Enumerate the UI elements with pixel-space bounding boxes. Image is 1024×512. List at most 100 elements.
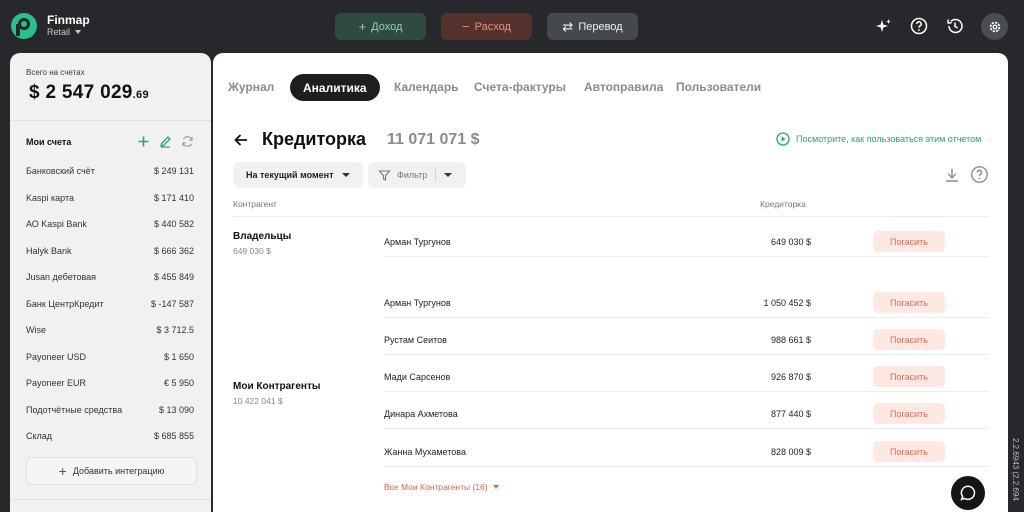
row-divider xyxy=(384,317,989,318)
top-bar: Finmap Retail + Доход − Расход ⇄ Перевод xyxy=(0,0,1024,54)
account-name: Payoneer EUR xyxy=(26,378,87,388)
account-amount: $ 171 410 xyxy=(153,192,194,203)
total-balance-label: Всего на счетах xyxy=(26,68,85,77)
repay-button[interactable]: Погасить xyxy=(873,403,945,424)
tab-users[interactable]: Пользователи xyxy=(676,80,761,94)
group-name: Владельцы xyxy=(233,231,292,242)
how-to-use-label: Посмотрите, как пользоваться этим отчето… xyxy=(796,134,982,144)
how-to-use-link[interactable]: Посмотрите, как пользоваться этим отчето… xyxy=(776,132,981,146)
row-divider xyxy=(384,466,989,467)
counterparty-name: Арман Тургунов xyxy=(384,298,451,308)
chat-bubble-icon xyxy=(960,485,976,501)
account-amount: $ 685 855 xyxy=(153,431,194,441)
add-integration-label: Добавить интеграцию xyxy=(72,466,165,476)
row-divider xyxy=(384,354,989,355)
account-item[interactable]: Банковский счёт $ 249 131 xyxy=(26,166,194,180)
account-name: Wise xyxy=(26,325,46,335)
account-item[interactable]: Wise $ 3 712.5 xyxy=(26,325,194,339)
account-amount: $ -147 587 xyxy=(150,298,194,309)
help-icon[interactable] xyxy=(909,16,929,36)
accounts-sidebar: Всего на счетах $ 2 547 029.69 Мои счета… xyxy=(10,53,211,512)
tab-autorules[interactable]: Автоправила xyxy=(584,80,663,94)
chevron-down-icon[interactable] xyxy=(444,173,453,177)
account-name: Jusan дебетовая xyxy=(26,272,97,282)
account-name: Подотчётные средства xyxy=(26,404,123,415)
edit-icon[interactable] xyxy=(159,135,172,148)
tab-calendar[interactable]: Календарь xyxy=(394,80,459,94)
repay-button[interactable]: Погасить xyxy=(873,231,945,252)
counterparty-name: Рустам Сеитов xyxy=(384,335,447,345)
payable-amount: 926 870 $ xyxy=(770,372,811,382)
repay-button[interactable]: Погасить xyxy=(873,292,945,313)
account-amount: $ 1 650 xyxy=(163,351,194,362)
row-divider xyxy=(384,391,989,392)
chevron-down-icon xyxy=(341,173,350,177)
total-balance-cents: .69 xyxy=(132,89,149,101)
chevron-down-icon xyxy=(492,485,499,489)
account-amount: $ 13 090 xyxy=(158,404,194,415)
counterparty-name: Мади Сарсенов xyxy=(384,372,451,382)
brand-name: Finmap xyxy=(47,13,90,27)
account-name: Kaspi карта xyxy=(26,192,74,203)
add-transfer-button[interactable]: ⇄ Перевод xyxy=(547,13,638,40)
account-name: Склад xyxy=(26,431,53,441)
divider xyxy=(435,168,437,182)
tab-journal[interactable]: Журнал xyxy=(228,80,274,94)
account-item[interactable]: Банк ЦентрКредит $ -147 587 xyxy=(26,299,194,313)
accounts-title: Мои счета xyxy=(26,137,72,147)
period-dropdown[interactable]: На текущий момент xyxy=(233,162,363,188)
workspace-name: Retail xyxy=(47,27,71,37)
account-name: Payoneer USD xyxy=(26,351,87,362)
transfer-arrows-icon: ⇄ xyxy=(562,19,574,34)
report-title: Кредиторка xyxy=(262,129,367,149)
settings-button[interactable] xyxy=(981,13,1008,40)
add-expense-button[interactable]: − Расход xyxy=(441,13,532,40)
account-amount: $ 3 712.5 xyxy=(156,325,194,335)
add-integration-button[interactable]: + Добавить интеграцию xyxy=(26,457,197,485)
workspace-switcher[interactable]: Retail xyxy=(47,27,82,37)
filter-funnel-icon xyxy=(378,169,391,181)
filter-button[interactable]: Фильтр xyxy=(368,162,466,188)
show-all-counterparties-link[interactable]: Все Мои Контрагенты (16) xyxy=(384,482,499,492)
plus-icon: + xyxy=(358,19,367,34)
account-item[interactable]: Payoneer USD $ 1 650 xyxy=(26,352,194,366)
account-item[interactable]: Kaspi карта $ 171 410 xyxy=(26,193,194,207)
account-item[interactable]: Halyk Bank $ 666 362 xyxy=(26,246,194,260)
history-icon[interactable] xyxy=(945,16,965,36)
add-account-icon[interactable] xyxy=(137,135,150,148)
show-all-label: Все Мои Контрагенты (16) xyxy=(384,482,488,492)
finmap-logo-icon[interactable] xyxy=(10,12,38,40)
account-item[interactable]: АО Kaspi Bank $ 440 582 xyxy=(26,219,194,233)
row-divider xyxy=(384,256,989,257)
chevron-down-icon xyxy=(75,30,82,34)
refresh-icon[interactable] xyxy=(181,135,194,148)
divider xyxy=(10,499,211,500)
help-icon[interactable] xyxy=(970,165,989,184)
payable-amount: 1 050 452 $ xyxy=(763,298,811,308)
repay-button[interactable]: Погасить xyxy=(873,329,945,350)
account-amount: $ 666 362 xyxy=(153,245,194,256)
repay-button[interactable]: Погасить xyxy=(873,441,945,462)
payable-amount: 649 030 $ xyxy=(770,237,811,247)
group-sum: 10 422 041 $ xyxy=(233,396,283,406)
account-item[interactable]: Payoneer EUR € 5 950 xyxy=(26,378,194,392)
account-item[interactable]: Jusan дебетовая $ 455 849 xyxy=(26,272,194,286)
chat-support-button[interactable] xyxy=(951,476,985,510)
report-total: 11 071 071 $ xyxy=(387,131,480,148)
account-name: Halyk Bank xyxy=(26,245,72,256)
add-income-button[interactable]: + Доход xyxy=(335,13,426,40)
download-icon[interactable] xyxy=(943,166,961,184)
tab-invoices[interactable]: Счета-фактуры xyxy=(474,80,566,94)
tab-analytics[interactable]: Аналитика xyxy=(290,74,380,101)
account-item[interactable]: Склад $ 685 855 xyxy=(26,431,194,445)
period-dropdown-value: На текущий момент xyxy=(246,170,334,180)
sparkle-icon[interactable] xyxy=(874,16,894,36)
account-item[interactable]: Подотчётные средства $ 13 090 xyxy=(26,405,194,419)
total-balance-main: $ 2 547 029 xyxy=(29,82,133,103)
back-arrow-icon[interactable] xyxy=(233,132,249,148)
repay-button[interactable]: Погасить xyxy=(873,366,945,387)
app-version-text: 2.2.6943 (2.2.694 xyxy=(1011,438,1020,501)
divider xyxy=(10,120,211,121)
transfer-label: Перевод xyxy=(578,20,623,33)
counterparty-name: Арман Тургунов xyxy=(384,237,451,247)
